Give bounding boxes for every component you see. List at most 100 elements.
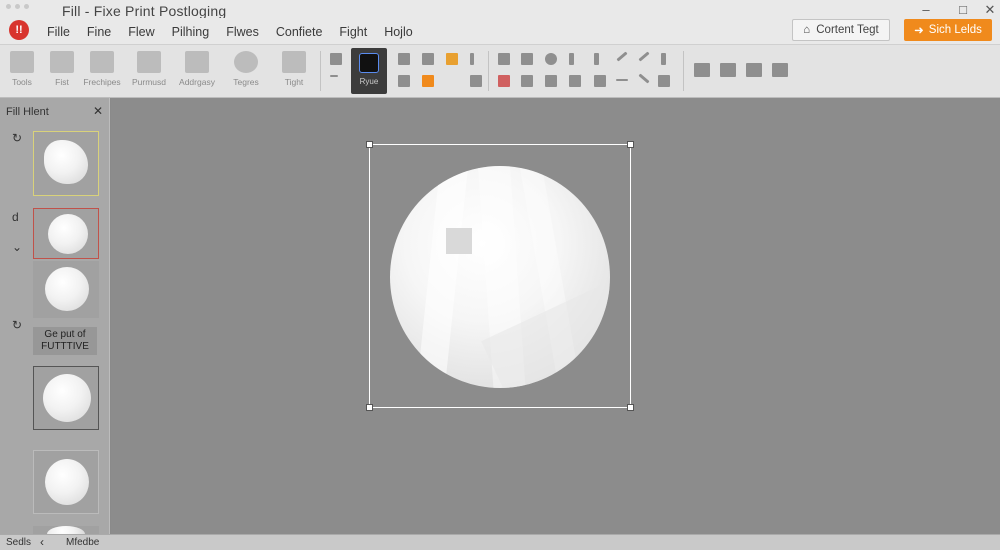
rotate-icon[interactable]: ↻ [12,318,22,332]
stamp-icon [282,51,306,73]
tool-frechipes[interactable]: Frechipes [82,51,122,87]
tool-label: Frechipes [83,77,121,87]
thumbnail-6[interactable] [33,526,99,534]
sphere-thumbnail [47,526,85,534]
d-icon[interactable]: d [12,210,19,224]
split-icon[interactable] [720,63,736,77]
resize-handle-bl[interactable] [366,404,373,411]
zoom-icon[interactable] [545,53,557,65]
triangle-icon [137,51,161,73]
menu-item-fight[interactable]: Fight [339,25,367,39]
panel-icon[interactable] [694,63,710,77]
frame-icon[interactable] [398,75,410,87]
status-left[interactable]: Sedls [6,537,31,548]
bar-icon[interactable] [470,53,474,65]
line-tool-icon[interactable] [638,51,650,62]
thumbnail-2[interactable] [33,208,99,259]
menu-item-flew[interactable]: Flew [128,25,154,39]
status-mode[interactable]: Mfedbe [66,537,99,548]
slash-icon[interactable] [638,73,650,84]
sphere-facet [446,228,472,254]
menu-items: Fille Fine Flew Pilhing Flwes Confiete F… [47,25,413,39]
thumbnail-4[interactable] [33,366,99,430]
stick-icon[interactable] [661,53,666,65]
menu-bar: !! Fille Fine Flew Pilhing Flwes Confiet… [0,18,1000,45]
grid-icon[interactable] [398,53,410,65]
toolbar-divider [320,51,321,91]
crop-icon[interactable] [569,75,581,87]
content-button-label: Cortent Tegt [816,24,879,36]
tool-fist[interactable]: Fist [42,51,82,87]
window-title: Fill - Fixe Print Postloging [62,3,227,19]
resize-handle-tl[interactable] [366,141,373,148]
caption-line-2: FUTTTIVE [41,341,89,352]
caption-line-1: Ge put of [44,329,86,340]
shape-icon[interactable] [545,75,557,87]
chevron-down-icon[interactable]: ⌄ [12,240,22,254]
menu-item-confiete[interactable]: Confiete [276,25,323,39]
tag-icon: ⌂ [803,24,811,36]
content-button[interactable]: ⌂ Cortent Tegt [792,19,890,41]
sphere-object[interactable] [390,166,610,388]
brush-icon[interactable] [498,53,510,65]
tool-tegres[interactable]: Tegres [226,51,266,87]
ai-icon [359,53,379,73]
close-button[interactable]: ✕ [982,2,998,18]
paint-icon [185,51,209,73]
eraser-icon[interactable] [521,75,533,87]
status-bar: Sedls ‹ Mfedbe [0,534,1000,550]
mountain-icon[interactable] [594,75,606,87]
thumbnail-1[interactable] [33,131,99,196]
thumbnail-5[interactable] [33,450,99,514]
toolbar: Tools Fist Frechipes Purmusd Addrgasy Te… [0,45,1000,98]
menu-item-flwes[interactable]: Flwes [226,25,259,39]
puzzle-icon[interactable] [746,63,762,77]
minimize-button[interactable]: – [918,2,934,17]
canvas[interactable] [111,98,1000,534]
menu-item-pilhing[interactable]: Pilhing [172,25,210,39]
menu-item-fine[interactable]: Fine [87,25,111,39]
sphere-band [415,166,469,388]
sphere-thumbnail [43,374,91,422]
sphere-thumbnail [48,214,88,254]
marker-icon[interactable] [594,53,599,65]
menu-item-hojlo[interactable]: Hojlo [384,25,413,39]
layers-icon[interactable] [330,53,342,65]
tool-addrgasy[interactable]: Addrgasy [177,51,217,87]
resize-handle-tr[interactable] [627,141,634,148]
panel-header: Fill Hlent ✕ [0,98,110,122]
maximize-button[interactable]: □ [955,2,971,17]
menu-item-file[interactable]: Fille [47,25,70,39]
action-button[interactable]: ➜ Sich Lelds [904,19,992,41]
tool-active[interactable]: Ryue [351,48,387,94]
orange-tool-icon[interactable] [422,75,434,87]
thumbnail-3[interactable] [33,261,99,318]
question-icon[interactable] [470,75,482,87]
document-icon [50,51,74,73]
resize-handle-br[interactable] [627,404,634,411]
knife-icon[interactable] [616,51,628,62]
toolbar-divider [683,51,684,91]
settings-icon[interactable] [772,63,788,77]
app-logo-icon[interactable]: !! [9,20,29,40]
pen-icon[interactable] [569,53,574,65]
table-icon[interactable] [422,53,434,65]
folder-icon[interactable] [446,53,458,65]
globe-icon [234,51,258,73]
sphere-thumbnail [45,459,89,505]
tool-label: Tools [12,77,32,87]
tool-tools[interactable]: Tools [2,51,42,87]
tool-purmusd[interactable]: Purmusd [129,51,169,87]
tool-label: Tegres [233,77,259,87]
refresh-icon[interactable]: ↻ [12,131,22,145]
dash-icon[interactable] [616,79,628,81]
line-icon[interactable] [330,75,338,77]
red-brush-icon[interactable] [498,75,510,87]
chevron-left-icon[interactable]: ‹ [40,535,44,549]
active-tool-label: Ryue [359,77,379,86]
dropper-icon[interactable] [521,53,533,65]
tool-tight[interactable]: Tight [274,51,314,87]
action-button-label: Sich Lelds [928,24,982,36]
panel-close-icon[interactable]: ✕ [93,104,103,118]
hatch-icon[interactable] [658,75,670,87]
